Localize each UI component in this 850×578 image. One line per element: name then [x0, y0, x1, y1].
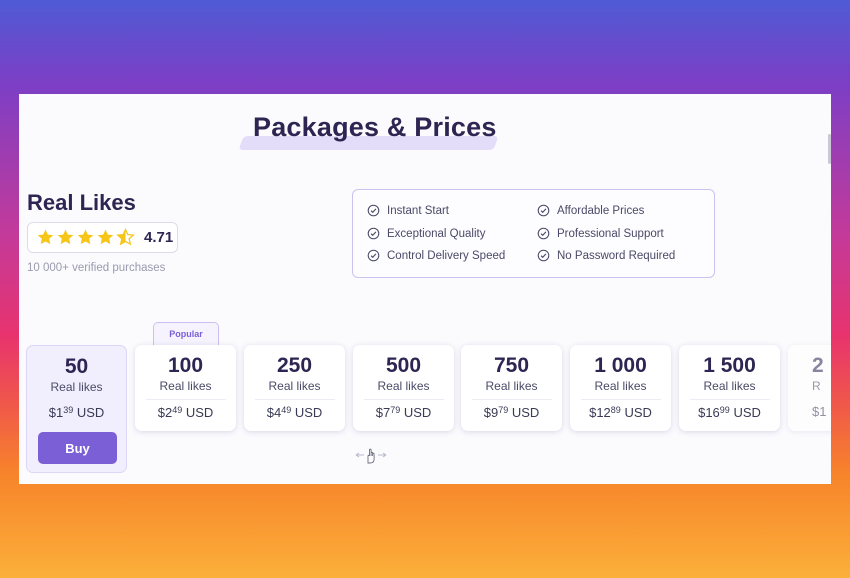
feature-item: Affordable Prices	[537, 204, 644, 217]
package-price: $139 USD	[48, 405, 105, 420]
verified-purchases: 10 000+ verified purchases	[27, 262, 166, 274]
check-circle-icon	[537, 204, 550, 217]
popular-badge: Popular	[153, 322, 219, 345]
feature-label: Control Delivery Speed	[387, 249, 506, 262]
buy-button[interactable]: Buy	[38, 432, 117, 464]
package-unit: Real likes	[159, 379, 212, 393]
star-icon	[37, 229, 54, 245]
features-box: Instant Start Affordable Prices Exceptio…	[352, 189, 715, 278]
divider	[580, 399, 661, 400]
star-icon	[77, 229, 94, 245]
package-price: $1	[812, 404, 827, 419]
package-unit: Real likes	[703, 379, 756, 393]
feature-item: Professional Support	[537, 227, 664, 240]
package-count: 2	[812, 354, 824, 377]
check-circle-icon	[367, 204, 380, 217]
package-count: 500	[385, 354, 422, 377]
feature-label: Professional Support	[557, 227, 664, 240]
title-wrap: Packages & Prices	[238, 112, 499, 150]
drag-hand-icon	[355, 448, 387, 464]
package-price: $779 USD	[375, 405, 432, 420]
package-unit: Real likes	[50, 380, 103, 394]
feature-item: No Password Required	[537, 249, 675, 262]
package-price: $249 USD	[157, 405, 214, 420]
feature-item: Instant Start	[367, 204, 449, 217]
divider	[254, 399, 335, 400]
star-icon	[57, 229, 74, 245]
feature-label: No Password Required	[557, 249, 676, 262]
check-circle-icon	[537, 227, 550, 240]
star-icon	[97, 229, 114, 245]
check-circle-icon	[367, 249, 380, 262]
rating-box: 4.71	[27, 222, 178, 253]
package-card-100[interactable]: 100 Real likes $249 USD	[135, 345, 236, 431]
package-card-1500[interactable]: 1 500 Real likes $1699 USD	[679, 345, 780, 431]
scrollbar[interactable]	[828, 134, 831, 164]
star-half-icon	[116, 228, 135, 246]
rating-value: 4.71	[144, 229, 174, 246]
package-card-partial[interactable]: 2 R $1	[788, 345, 831, 431]
package-card-1000[interactable]: 1 000 Real likes $1289 USD	[570, 345, 671, 431]
check-circle-icon	[367, 227, 380, 240]
feature-label: Affordable Prices	[557, 204, 645, 217]
divider	[471, 399, 552, 400]
package-unit: Real likes	[377, 379, 430, 393]
feature-label: Exceptional Quality	[387, 227, 486, 240]
package-count: 750	[493, 354, 530, 377]
package-card-750[interactable]: 750 Real likes $979 USD	[461, 345, 562, 431]
package-unit: Real likes	[268, 379, 321, 393]
package-price: $979 USD	[483, 405, 540, 420]
pricing-panel: Packages & Prices Real Likes 4.71 10 000…	[19, 94, 831, 484]
package-count: 1 000	[594, 354, 647, 377]
package-price: $1289 USD	[589, 405, 652, 420]
product-name: Real Likes	[27, 190, 136, 215]
feature-item: Control Delivery Speed	[367, 249, 505, 262]
check-circle-icon	[537, 249, 550, 262]
package-unit: Real likes	[594, 379, 647, 393]
page-title: Packages & Prices	[253, 112, 497, 142]
package-unit: Real likes	[485, 379, 538, 393]
package-card-50[interactable]: 50 Real likes $139 USD Buy	[26, 345, 127, 473]
divider	[363, 399, 444, 400]
package-count: 250	[276, 354, 313, 377]
package-card-250[interactable]: 250 Real likes $449 USD	[244, 345, 345, 431]
divider	[145, 399, 226, 400]
package-price: $449 USD	[266, 405, 323, 420]
feature-item: Exceptional Quality	[367, 227, 485, 240]
package-unit: R	[812, 379, 821, 393]
package-price: $1699 USD	[698, 405, 761, 420]
divider	[689, 399, 770, 400]
package-card-500[interactable]: 500 Real likes $779 USD	[353, 345, 454, 431]
package-count: 50	[64, 355, 89, 378]
package-count: 1 500	[703, 354, 756, 377]
feature-label: Instant Start	[387, 204, 450, 217]
package-count: 100	[167, 354, 204, 377]
